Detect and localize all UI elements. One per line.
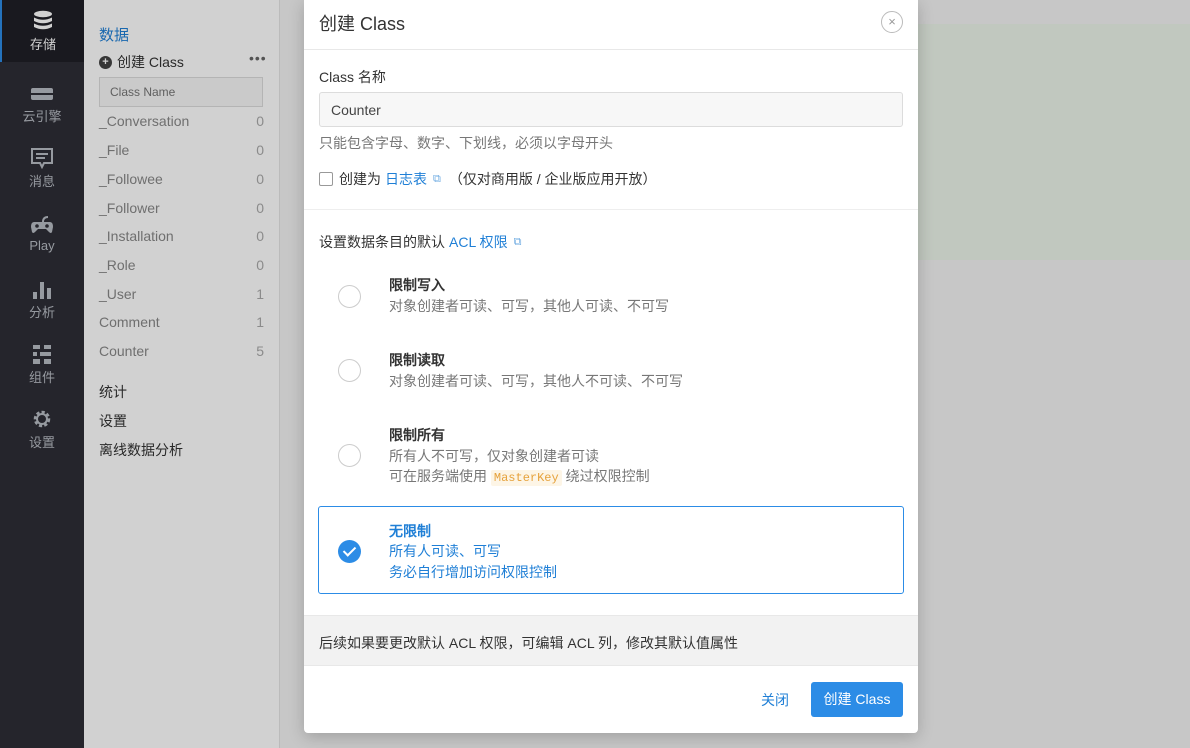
option-desc-2: 务必自行增加访问权限控制 [389,564,557,580]
modal-title: 创建 Class [319,14,406,34]
create-class-modal: 创建 Class × Class 名称 只能包含字母、数字、下划线，必须以字母开… [304,0,918,733]
log-table-link[interactable]: 日志表 [385,169,427,189]
acl-option-restrict-all[interactable]: 限制所有 所有人不可写，仅对象创建者可读 可在服务端使用 MasterKey 绕… [318,418,904,492]
radio-restrict-read[interactable] [338,359,361,382]
acl-option-restrict-read[interactable]: 限制读取 对象创建者可读、可写，其他人不可读、不可写 [318,343,904,403]
external-link-icon: ⧉ [433,172,441,185]
log-table-suffix: （仅对商用版 / 企业版应用开放） [448,171,657,187]
footer-note-text: 后续如果要更改默认 ACL 权限，可编辑 ACL 列，修改其默认值属性 [319,635,738,651]
acl-option-unrestricted[interactable]: 无限制 所有人可读、可写 务必自行增加访问权限控制 [318,506,904,594]
create-class-button[interactable]: 创建 Class [811,682,903,717]
radio-restrict-all[interactable] [338,444,361,467]
option-desc: 对象创建者可读、可写，其他人可读、不可写 [389,298,669,314]
acl-section-title: 设置数据条目的默认 ACL 权限 ⧉ [319,232,529,252]
check-circle-icon[interactable] [338,540,361,563]
option-title: 无限制 [389,523,431,539]
option-desc: 所有人不可写，仅对象创建者可读 [389,448,599,464]
class-name-hint: 只能包含字母、数字、下划线，必须以字母开头 [319,135,613,151]
divider [304,209,918,210]
acl-prefix: 设置数据条目的默认 [319,234,445,250]
option-desc: 所有人可读、可写 [389,543,501,559]
external-link-icon: ⧉ [513,235,522,248]
class-name-label: Class 名称 [319,69,386,85]
acl-option-restrict-write[interactable]: 限制写入 对象创建者可读、可写，其他人可读、不可写 [318,268,904,328]
option-title: 限制读取 [389,352,445,368]
modal-header: 创建 Class × [304,0,918,50]
acl-link[interactable]: ACL 权限 [449,232,508,252]
log-table-option: 创建为 日志表 ⧉ （仅对商用版 / 企业版应用开放） [319,169,657,189]
close-button[interactable]: 关闭 [761,690,789,710]
masterkey-code: MasterKey [490,470,562,486]
option-desc-2-suffix: 绕过权限控制 [565,468,650,484]
close-icon[interactable]: × [881,11,903,33]
option-title: 限制所有 [389,427,445,443]
option-desc-2: 可在服务端使用 MasterKey 绕过权限控制 [389,466,650,486]
option-title: 限制写入 [389,277,445,293]
option-desc: 对象创建者可读、可写，其他人不可读、不可写 [389,373,683,389]
class-name-input[interactable] [319,92,903,127]
log-table-prefix: 创建为 [339,171,381,187]
radio-restrict-write[interactable] [338,285,361,308]
acl-footer-note: 后续如果要更改默认 ACL 权限，可编辑 ACL 列，修改其默认值属性 [304,615,918,666]
log-table-checkbox[interactable] [319,172,333,186]
option-desc-2-prefix: 可在服务端使用 [389,468,487,484]
